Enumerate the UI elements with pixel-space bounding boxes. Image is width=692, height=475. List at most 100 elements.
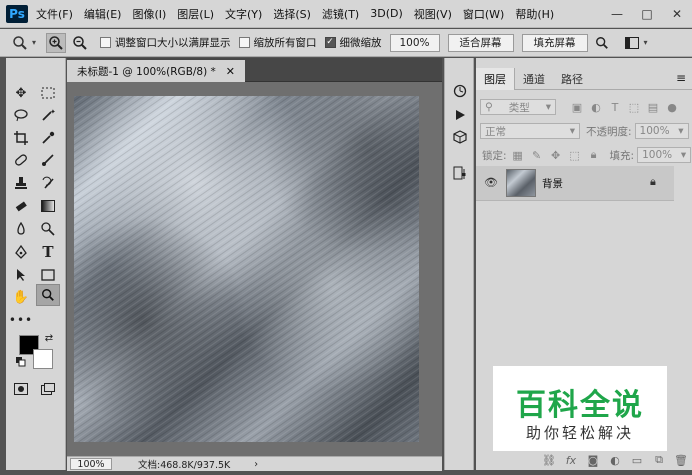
status-zoom-field[interactable]: 100%	[70, 458, 112, 470]
zoom-tool-icon[interactable]	[36, 284, 60, 306]
3d-panel-icon[interactable]	[449, 126, 471, 148]
canvas-image[interactable]	[74, 96, 419, 442]
workspace-dropdown-icon[interactable]: ▾	[644, 38, 648, 47]
layer-row-background[interactable]: 👁︎ 背景 🔒︎	[476, 166, 674, 201]
document-tab[interactable]: 未标题-1 @ 100%(RGB/8) * ✕	[67, 60, 246, 82]
new-group-icon[interactable]: ▭	[626, 454, 648, 467]
fill-field[interactable]: 100% ▾	[637, 147, 692, 163]
zoom-all-checkbox[interactable]	[238, 37, 250, 48]
pen-tool-icon[interactable]	[9, 241, 33, 263]
lock-transparent-icon[interactable]: ▦	[510, 147, 526, 163]
healing-brush-icon[interactable]	[9, 149, 33, 171]
brush-tool-icon[interactable]	[36, 149, 60, 171]
crop-tool-icon[interactable]	[9, 127, 33, 149]
eraser-tool-icon[interactable]	[9, 195, 33, 217]
history-panel-icon[interactable]	[449, 80, 471, 102]
clone-stamp-icon[interactable]	[9, 172, 33, 194]
blur-tool-icon[interactable]	[9, 218, 33, 240]
lock-label: 锁定:	[482, 149, 507, 162]
lock-position-icon[interactable]: ✥	[548, 147, 564, 163]
fit-screen-button[interactable]: 适合屏幕	[447, 33, 514, 52]
magic-wand-icon[interactable]: ✦	[36, 104, 60, 126]
lock-artboard-icon[interactable]: ⬚	[567, 147, 583, 163]
more-tools-icon[interactable]: •••	[9, 309, 33, 331]
hand-tool-icon[interactable]: ✋	[9, 286, 33, 308]
rectangle-tool-icon[interactable]	[36, 264, 60, 286]
menu-view[interactable]: 视图(V)	[414, 6, 452, 22]
status-bar: 100% 文档:468.8K/937.5K ›	[67, 456, 442, 471]
blend-mode-select[interactable]: 正常 ▾	[480, 123, 580, 139]
marquee-tool-icon[interactable]	[36, 82, 60, 104]
menu-filter[interactable]: 滤镜(T)	[322, 6, 359, 22]
move-tool-icon[interactable]: ✥	[9, 82, 33, 104]
layer-thumbnail	[506, 169, 536, 197]
quick-mask-icon[interactable]	[9, 378, 33, 400]
zoom-in-icon[interactable]	[46, 32, 67, 53]
search-icon[interactable]	[592, 33, 612, 53]
filter-toggle-icon[interactable]: ●	[664, 99, 680, 115]
menu-file[interactable]: 文件(F)	[36, 6, 73, 22]
filter-smart-object-icon[interactable]: ▤	[645, 99, 661, 115]
document-tab-title: 未标题-1 @ 100%(RGB/8) *	[77, 65, 216, 78]
properties-panel-icon[interactable]	[449, 162, 471, 184]
eye-icon[interactable]: 👁︎	[484, 176, 498, 189]
tab-channels[interactable]: 通道	[515, 68, 553, 90]
menu-layer[interactable]: 图层(L)	[177, 6, 214, 22]
filter-type-icon[interactable]: T	[607, 99, 623, 115]
filter-pixel-icon[interactable]: ▣	[569, 99, 585, 115]
background-color-swatch[interactable]	[33, 349, 53, 369]
eyedropper-icon[interactable]	[36, 127, 60, 149]
menu-help[interactable]: 帮助(H)	[515, 6, 554, 22]
scrubby-zoom-checkbox[interactable]: ✓	[324, 37, 336, 48]
workspace-icon[interactable]	[622, 33, 642, 53]
adjustment-layer-icon[interactable]: ◐	[604, 454, 626, 467]
tab-paths[interactable]: 路径	[553, 68, 591, 90]
menu-image[interactable]: 图像(I)	[132, 6, 166, 22]
lock-pixels-icon[interactable]: ✎	[529, 147, 545, 163]
zoom-value-field[interactable]: 100%	[389, 33, 440, 52]
layer-filter-select[interactable]: ⚲ 类型 ▾	[480, 99, 556, 115]
chevron-down-icon: ▾	[680, 149, 687, 161]
screen-mode-icon[interactable]	[36, 378, 60, 400]
swap-colors-icon[interactable]: ⇄	[42, 331, 56, 345]
delete-layer-icon[interactable]: 🗑︎	[670, 454, 692, 467]
menu-type[interactable]: 文字(Y)	[225, 6, 262, 22]
menu-edit[interactable]: 编辑(E)	[84, 6, 122, 22]
zoom-out-icon[interactable]	[70, 33, 90, 53]
lock-all-icon[interactable]: 🔒︎	[586, 147, 602, 163]
tab-close-icon[interactable]: ✕	[226, 65, 235, 78]
add-mask-icon[interactable]: ◙	[582, 454, 604, 467]
type-tool-icon[interactable]: T	[36, 241, 60, 263]
history-brush-icon[interactable]	[36, 172, 60, 194]
fill-screen-button[interactable]: 填充屏幕	[521, 33, 588, 52]
path-selection-icon[interactable]	[9, 264, 33, 286]
panel-menu-icon[interactable]: ≡	[676, 71, 686, 85]
menu-3d[interactable]: 3D(D)	[370, 7, 403, 20]
blend-mode-value: 正常	[485, 125, 506, 138]
fx-icon[interactable]: fx	[560, 454, 582, 467]
maximize-button[interactable]: □	[632, 0, 662, 28]
close-button[interactable]: ✕	[662, 0, 692, 28]
default-colors-icon[interactable]	[15, 356, 27, 368]
search-icon: ⚲	[485, 101, 493, 113]
link-layers-icon[interactable]: ⛓︎	[538, 454, 560, 467]
preset-dropdown-icon[interactable]: ▾	[32, 38, 36, 47]
panel-dock	[444, 58, 474, 470]
dodge-tool-icon[interactable]	[36, 218, 60, 240]
menu-window[interactable]: 窗口(W)	[463, 6, 504, 22]
gradient-tool-icon[interactable]	[36, 195, 60, 217]
lasso-tool-icon[interactable]	[9, 104, 33, 126]
tab-layers[interactable]: 图层	[476, 68, 515, 90]
actions-play-icon[interactable]	[449, 104, 471, 126]
new-layer-icon[interactable]: ⧉	[648, 453, 670, 467]
status-menu-arrow[interactable]: ›	[254, 459, 258, 470]
filter-shape-icon[interactable]: ⬚	[626, 99, 642, 115]
menu-select[interactable]: 选择(S)	[273, 6, 311, 22]
zoom-tool-preset-icon[interactable]	[10, 33, 30, 53]
filter-adjustment-icon[interactable]: ◐	[588, 99, 604, 115]
options-bar: ▾ 调整窗口大小以满屏显示 缩放所有窗口 ✓ 细微缩放 100% 适合屏幕 填充…	[0, 29, 692, 57]
opacity-field[interactable]: 100% ▾	[634, 123, 689, 139]
minimize-button[interactable]: —	[602, 0, 632, 28]
fill-label: 填充:	[609, 149, 635, 162]
resize-windows-checkbox[interactable]	[100, 37, 112, 48]
